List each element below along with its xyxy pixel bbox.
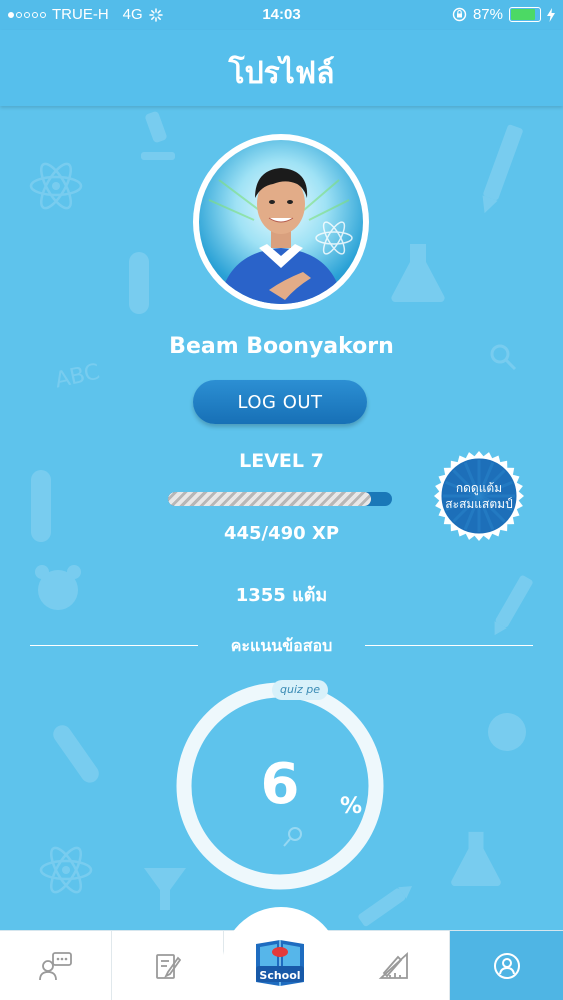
ruler-pencil-icon (378, 951, 408, 979)
school-label: School (259, 969, 300, 982)
tab-ruler[interactable] (338, 931, 450, 1000)
test-tube-doodle-icon (129, 252, 149, 314)
person-illustration (208, 168, 353, 304)
points-value: 1355 แต้ม (235, 585, 328, 606)
user-name: Beam Boonyakorn (169, 334, 394, 359)
quiz-percent-sign: % (340, 794, 363, 819)
battery-icon (509, 7, 541, 22)
quiz-score-value: 6 (260, 752, 300, 817)
svg-text:ABC: ABC (53, 360, 102, 392)
microscope-doodle-icon (141, 111, 175, 160)
tab-school[interactable]: School (250, 936, 310, 990)
atom-doodle-icon (29, 162, 83, 210)
avatar-photo (199, 140, 363, 304)
xp-progress-fill (168, 492, 372, 506)
quiz-percent-tag: quiz pe (272, 680, 328, 700)
charging-icon (547, 7, 555, 22)
pencil-doodle-icon (482, 124, 523, 214)
xp-progress-bar (168, 492, 392, 506)
badge-line-1: กดดูแต้ม (455, 481, 503, 495)
flask-doodle-icon (391, 244, 445, 303)
quiz-section-title: คะแนนข้อสอบ (230, 636, 333, 655)
status-right: 87% (452, 6, 555, 23)
school-book-icon: School (256, 940, 304, 986)
divider-left (30, 645, 198, 646)
test-tube-doodle-icon (53, 725, 99, 783)
flask-doodle-icon (451, 831, 501, 887)
profile-avatar[interactable] (193, 134, 369, 310)
divider-right (365, 645, 533, 646)
orientation-lock-icon (452, 7, 467, 22)
page-title: โปรไฟล์ (228, 56, 335, 91)
magnifier-icon (283, 827, 302, 847)
edit-paper-icon (155, 954, 181, 979)
tab-exam[interactable] (112, 931, 224, 1000)
tab-profile[interactable] (450, 931, 563, 1000)
logout-button[interactable]: LOG OUT (193, 380, 367, 424)
nav-header: โปรไฟล์ (0, 30, 563, 106)
badge-line-2: สะสมแสตมป์ (445, 497, 513, 511)
badge-text: กดดูแต้ม สะสมแสตมป์ (433, 450, 525, 542)
chat-person-icon (38, 952, 72, 981)
status-bar: TRUE-H 4G 14:03 87% (0, 0, 563, 30)
user-circle-icon (493, 953, 520, 979)
stamp-points-badge[interactable]: กดดูแต้ม สะสมแสตมป์ (433, 450, 525, 542)
tab-chat[interactable] (0, 931, 112, 1000)
battery-percent: 87% (472, 6, 503, 23)
globe-doodle-icon (488, 713, 526, 751)
atom-doodle-icon (39, 846, 93, 894)
